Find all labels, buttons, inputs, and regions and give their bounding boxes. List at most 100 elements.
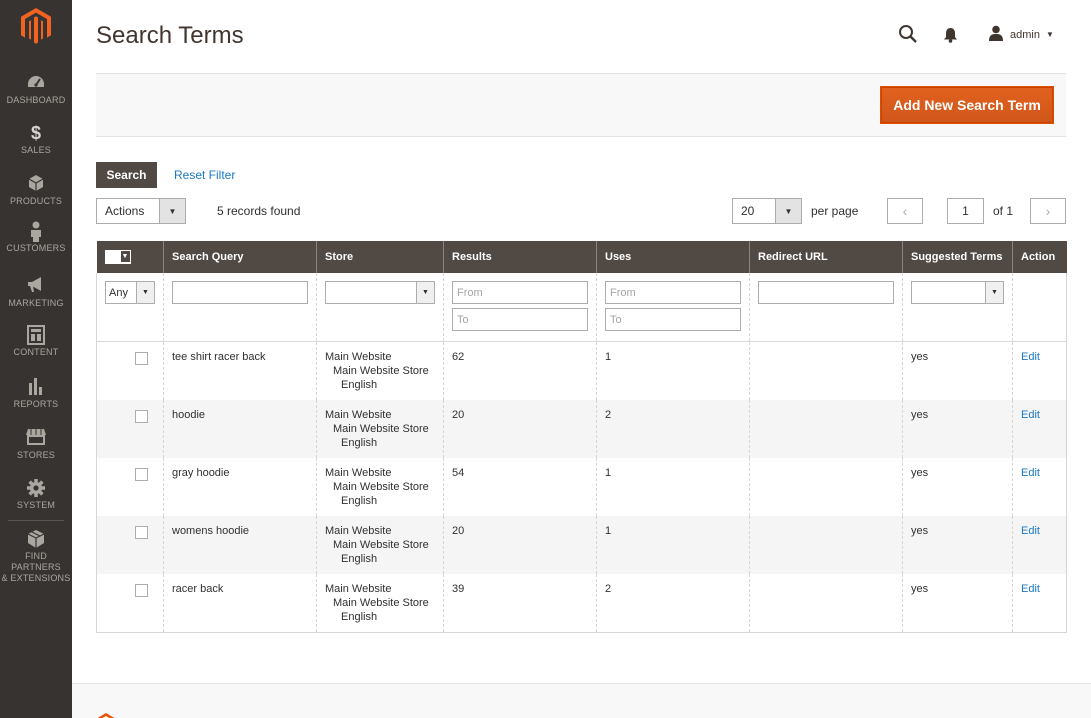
megaphone-icon (0, 276, 72, 296)
chevron-down-icon: ▼ (416, 282, 434, 303)
row-select-cell (96, 457, 164, 516)
suggested-filter-cell: ▼ (902, 273, 1013, 342)
magento-logo-icon[interactable] (21, 8, 51, 44)
column-store[interactable]: Store (316, 241, 444, 273)
grid-header-row: ▼ Search Query Store Results Uses Redire… (96, 241, 1067, 273)
table-row[interactable]: racer back Main Website Main Website Stor… (96, 573, 1067, 633)
mass-select-header[interactable]: ▼ (96, 241, 164, 273)
cell-suggested: yes (902, 457, 1013, 516)
admin-username: admin (1010, 28, 1040, 41)
add-new-search-term-button[interactable]: Add New Search Term (880, 86, 1054, 124)
cell-results: 62 (443, 341, 597, 400)
search-query-filter-input[interactable] (172, 281, 308, 304)
chevron-down-icon: ▼ (775, 199, 801, 223)
uses-to-input[interactable]: To (605, 308, 741, 331)
store-filter-select[interactable]: ▼ (325, 281, 435, 304)
chevron-right-icon: › (1045, 203, 1051, 219)
edit-link[interactable]: Edit (1021, 583, 1040, 595)
cell-query: gray hoodie (163, 457, 317, 516)
nav-reports[interactable]: REPORTS (0, 377, 72, 410)
query-filter-cell (163, 273, 317, 342)
mass-actions-value: Actions (105, 204, 145, 218)
nav-products[interactable]: PRODUCTS (0, 174, 72, 207)
store-view: English (341, 494, 378, 507)
table-row[interactable]: gray hoodie Main Website Main Website Sto… (96, 457, 1067, 516)
nav-content-label: CONTENT (13, 347, 59, 357)
nav-customers-label: CUSTOMERS (6, 243, 66, 253)
redirect-url-filter-input[interactable] (758, 281, 894, 304)
cell-suggested: yes (902, 341, 1013, 400)
edit-link[interactable]: Edit (1021, 467, 1040, 479)
nav-marketing-label: MARKETING (8, 298, 64, 308)
nav-reports-label: REPORTS (13, 399, 59, 409)
nav-system[interactable]: SYSTEM (0, 478, 72, 511)
column-uses[interactable]: Uses (596, 241, 750, 273)
column-search-query[interactable]: Search Query (163, 241, 317, 273)
chevron-down-icon: ▼ (1045, 30, 1054, 39)
cell-redirect (749, 573, 903, 633)
box-icon (0, 529, 72, 549)
column-results[interactable]: Results (443, 241, 597, 273)
per-page-value: 20 (741, 204, 755, 218)
edit-link[interactable]: Edit (1021, 409, 1040, 421)
results-from-input[interactable]: From (452, 281, 588, 304)
column-redirect-url[interactable]: Redirect URL (749, 241, 903, 273)
nav-stores[interactable]: STORES (0, 428, 72, 461)
nav-find-partners[interactable]: FIND PARTNERS & EXTENSIONS (0, 529, 72, 584)
page-number-input[interactable]: 1 (947, 198, 984, 224)
admin-user-menu[interactable]: admin ▼ (988, 25, 1054, 44)
store-website: Main Website (325, 408, 392, 421)
next-page-button[interactable]: › (1030, 198, 1066, 224)
store-website: Main Website (325, 466, 392, 479)
records-found: 5 records found (217, 204, 301, 218)
row-select-cell (96, 515, 164, 574)
cell-uses: 1 (596, 341, 750, 400)
mass-actions-select[interactable]: Actions ▼ (96, 198, 186, 224)
row-select-cell (96, 341, 164, 400)
per-page-select[interactable]: 20 ▼ (732, 198, 802, 224)
nav-find-partners-label: FIND PARTNERS (11, 551, 61, 572)
cell-suggested: yes (902, 573, 1013, 633)
row-checkbox[interactable] (135, 583, 148, 597)
cell-action: Edit (1012, 341, 1067, 400)
nav-content[interactable]: CONTENT (0, 325, 72, 358)
row-checkbox[interactable] (135, 525, 148, 539)
mass-select-filter[interactable]: Any ▼ (105, 281, 155, 304)
results-to-input[interactable]: To (452, 308, 588, 331)
per-page-label: per page (811, 204, 859, 218)
store-name: Main Website Store (333, 480, 429, 493)
cell-store: Main Website Main Website Store English (316, 341, 444, 400)
cell-query: racer back (163, 573, 317, 633)
table-row[interactable]: hoodie Main Website Main Website Store Eng… (96, 399, 1067, 458)
page-total: of 1 (993, 204, 1014, 218)
cell-results: 54 (443, 457, 597, 516)
nav-products-label: PRODUCTS (9, 196, 63, 206)
cell-uses: 1 (596, 457, 750, 516)
sidebar-divider (8, 520, 64, 521)
nav-dashboard[interactable]: DASHBOARD (0, 73, 72, 106)
bar-chart-icon (0, 377, 72, 397)
chevron-left-icon: ‹ (902, 203, 908, 219)
table-row[interactable]: tee shirt racer back Main Website Main We… (96, 341, 1067, 400)
column-suggested-terms[interactable]: Suggested Terms (902, 241, 1013, 273)
notifications-bell-icon[interactable] (943, 27, 958, 48)
nav-sales[interactable]: $ SALES (0, 123, 72, 156)
edit-link[interactable]: Edit (1021, 351, 1040, 363)
row-checkbox[interactable] (135, 409, 148, 423)
nav-marketing[interactable]: MARKETING (0, 276, 72, 309)
suggested-terms-filter-select[interactable]: ▼ (911, 281, 1004, 304)
uses-from-input[interactable]: From (605, 281, 741, 304)
reset-filter-link[interactable]: Reset Filter (174, 168, 235, 182)
table-row[interactable]: womens hoodie Main Website Main Website S… (96, 515, 1067, 574)
filter-row: Any ▼ ▼ From To From To ▼ (96, 273, 1067, 342)
mass-select-checkbox[interactable]: ▼ (104, 249, 131, 264)
edit-link[interactable]: Edit (1021, 525, 1040, 537)
search-button[interactable]: Search (96, 162, 157, 188)
prev-page-button[interactable]: ‹ (887, 198, 923, 224)
store-website: Main Website (325, 524, 392, 537)
row-checkbox[interactable] (135, 351, 148, 365)
row-checkbox[interactable] (135, 467, 148, 481)
cell-action: Edit (1012, 515, 1067, 574)
nav-customers[interactable]: CUSTOMERS (0, 221, 72, 254)
search-icon[interactable] (898, 24, 918, 49)
